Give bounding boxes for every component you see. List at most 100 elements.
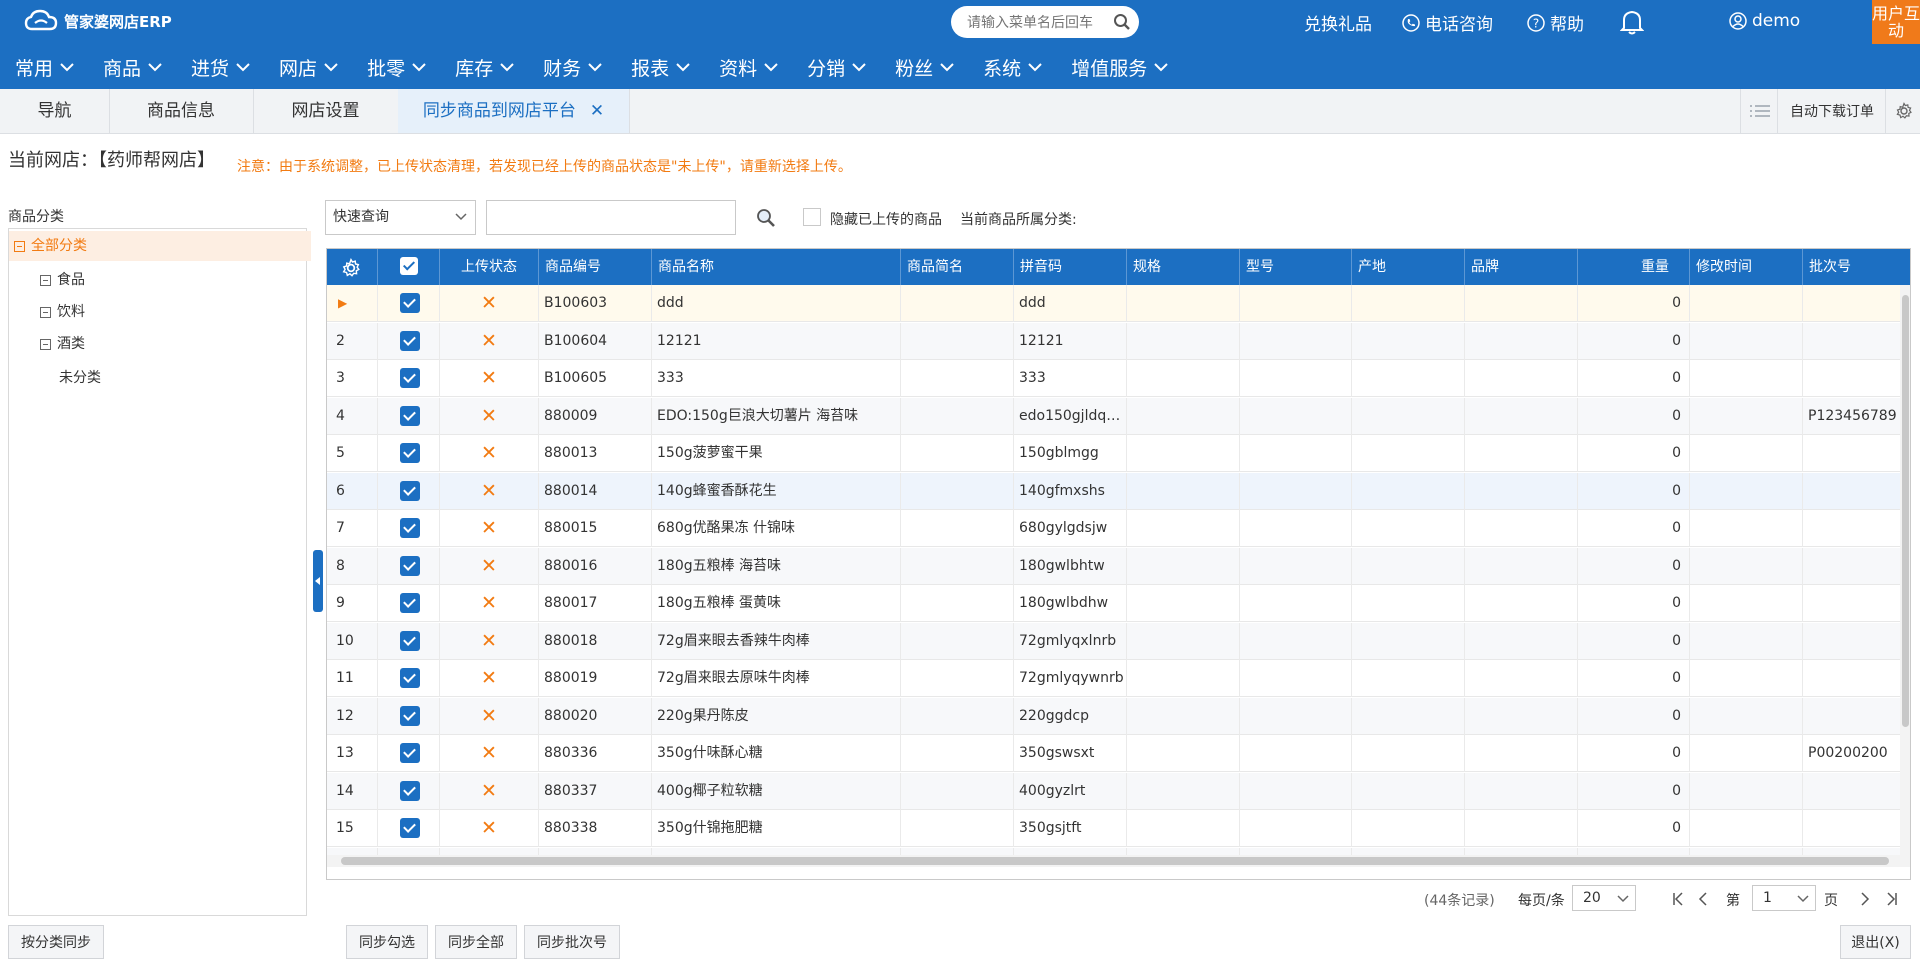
next-page-icon[interactable] [1860,892,1870,906]
column-batch[interactable]: 批次号 [1803,249,1910,285]
row-checkbox[interactable] [378,397,440,435]
search-icon[interactable] [1113,13,1131,31]
close-icon[interactable]: ✕ [590,101,604,121]
tab-sync-goods[interactable]: 同步商品到网店平台 ✕ [398,89,630,133]
search-icon[interactable] [756,208,776,228]
collapse-icon[interactable] [14,240,25,252]
menu-item-reports[interactable]: 报表 [631,48,690,86]
bell-icon[interactable] [1620,8,1644,36]
settings-button[interactable] [1885,89,1920,133]
table-row[interactable]: 12 ✕ 880020 220g果丹陈皮 220ggdcp 0 [327,697,1902,735]
menu-item-wholesale[interactable]: 批零 [367,48,426,86]
column-settings[interactable] [327,249,378,285]
row-checkbox[interactable] [378,847,440,855]
column-code[interactable]: 商品编号 [539,249,652,285]
auto-download-orders-button[interactable]: 自动下载订单 [1777,89,1886,133]
list-menu-button[interactable] [1740,89,1778,133]
column-short-name[interactable]: 商品简名 [901,249,1014,285]
menu-search[interactable] [951,6,1139,38]
table-row[interactable]: 5 ✕ 880013 150g菠萝蜜干果 150gblmgg 0 [327,435,1902,472]
scrollbar-thumb[interactable] [341,857,1889,865]
tree-item-food[interactable]: 食品 [9,265,85,295]
query-mode-select[interactable]: 快速查询 [325,200,476,235]
row-checkbox[interactable] [378,622,440,660]
help-link[interactable]: ? 帮助 [1527,10,1584,35]
table-row[interactable]: 9 ✕ 880017 180g五粮棒 蛋黄味 180gwlbdhw 0 [327,585,1902,622]
collapse-icon[interactable] [40,274,51,286]
row-checkbox[interactable] [378,660,440,697]
row-checkbox[interactable] [378,472,440,510]
table-row[interactable]: 15 ✕ 880338 350g什锦拖肥糖 350gsjtft 0 [327,810,1902,847]
vertical-scrollbar[interactable] [1900,285,1910,855]
menu-item-finance[interactable]: 财务 [543,48,602,86]
sync-batch-button[interactable]: 同步批次号 [524,925,620,959]
query-input[interactable] [486,200,736,235]
sync-checked-button[interactable]: 同步勾选 [346,925,428,959]
row-checkbox[interactable] [378,697,440,735]
table-row[interactable]: 16 ✕880339300g金丝黑芝麻酥糖 300gjshzmst 0 [327,847,1902,855]
menu-search-input[interactable] [965,11,1109,35]
hide-uploaded-checkbox[interactable] [803,208,821,226]
menu-item-value-added[interactable]: 增值服务 [1071,48,1168,86]
tab-goods-info[interactable]: 商品信息 [109,89,254,133]
column-weight[interactable]: 重量 [1578,249,1690,285]
column-model[interactable]: 型号 [1240,249,1352,285]
table-row[interactable]: 11 ✕ 880019 72g眉来眼去原味牛肉棒 72gmlyqywnrb 0 [327,660,1902,697]
tab-shop-settings[interactable]: 网店设置 [253,89,399,133]
sync-all-button[interactable]: 同步全部 [435,925,517,959]
menu-item-common[interactable]: 常用 [15,48,74,86]
sidebar-collapse-handle[interactable] [313,550,323,612]
tree-item-liquor[interactable]: 酒类 [9,329,85,359]
tab-nav[interactable]: 导航 [0,89,110,133]
table-row[interactable]: 3 ✕ B100605 333 333 0 [327,360,1902,397]
first-page-icon[interactable] [1672,892,1684,906]
row-checkbox[interactable] [378,435,440,472]
row-checkbox[interactable] [378,735,440,772]
page-select[interactable]: 1 [1752,885,1816,911]
app-logo[interactable]: 管家婆网店ERP [24,9,172,33]
user-menu[interactable]: demo [1729,11,1800,31]
column-brand[interactable]: 品牌 [1465,249,1578,285]
horizontal-scrollbar[interactable] [327,855,1910,867]
menu-item-inventory[interactable]: 库存 [455,48,514,86]
column-pinyin[interactable]: 拼音码 [1014,249,1127,285]
per-page-select[interactable]: 20 [1572,885,1636,911]
menu-item-purchase[interactable]: 进货 [191,48,250,86]
menu-item-goods[interactable]: 商品 [103,48,162,86]
prev-page-icon[interactable] [1698,892,1708,906]
menu-item-data[interactable]: 资料 [719,48,778,86]
table-row[interactable]: 6 ✕ 880014 140g蜂蜜香酥花生 140gfmxshs 0 [327,472,1902,510]
tree-item-all[interactable]: 全部分类 [9,231,311,261]
table-row[interactable]: 7 ✕ 880015 680g优酪果冻 什锦味 680gylgdsjw 0 [327,510,1902,547]
column-name[interactable]: 商品名称 [652,249,901,285]
menu-item-shop[interactable]: 网店 [279,48,338,86]
row-checkbox[interactable] [378,772,440,810]
column-origin[interactable]: 产地 [1352,249,1465,285]
select-all-checkbox[interactable] [378,249,440,285]
table-row[interactable]: ▶ ✕ B100603 ddd ddd 0 [327,285,1902,322]
tree-item-drinks[interactable]: 饮料 [9,297,85,327]
menu-item-fans[interactable]: 粉丝 [895,48,954,86]
sync-by-category-button[interactable]: 按分类同步 [8,925,104,959]
menu-item-distribution[interactable]: 分销 [807,48,866,86]
table-row[interactable]: 8 ✕ 880016 180g五粮棒 海苔味 180gwlbhtw 0 [327,547,1902,585]
table-row[interactable]: 2 ✕ B100604 12121 12121 0 [327,322,1902,360]
gift-link[interactable]: 兑换礼品 [1304,10,1372,35]
menu-item-system[interactable]: 系统 [983,48,1042,86]
row-checkbox[interactable] [378,322,440,360]
phone-link[interactable]: 电话咨询 [1402,10,1493,35]
collapse-icon[interactable] [40,338,51,350]
row-checkbox[interactable] [378,360,440,397]
row-checkbox[interactable] [378,547,440,585]
exit-button[interactable]: 退出(X) [1840,925,1911,959]
row-checkbox[interactable] [378,585,440,622]
table-row[interactable]: 14 ✕ 880337 400g椰子粒软糖 400gyzlrt 0 [327,772,1902,810]
table-row[interactable]: 10 ✕ 880018 72g眉来眼去香辣牛肉棒 72gmlyqxlnrb 0 [327,622,1902,660]
user-interact-button[interactable]: 用户互动 [1872,0,1920,44]
column-upload-status[interactable]: 上传状态 [440,249,539,285]
row-checkbox[interactable] [378,285,440,322]
column-spec[interactable]: 规格 [1127,249,1240,285]
row-checkbox[interactable] [378,510,440,547]
scrollbar-thumb[interactable] [1902,295,1909,727]
last-page-icon[interactable] [1886,892,1898,906]
